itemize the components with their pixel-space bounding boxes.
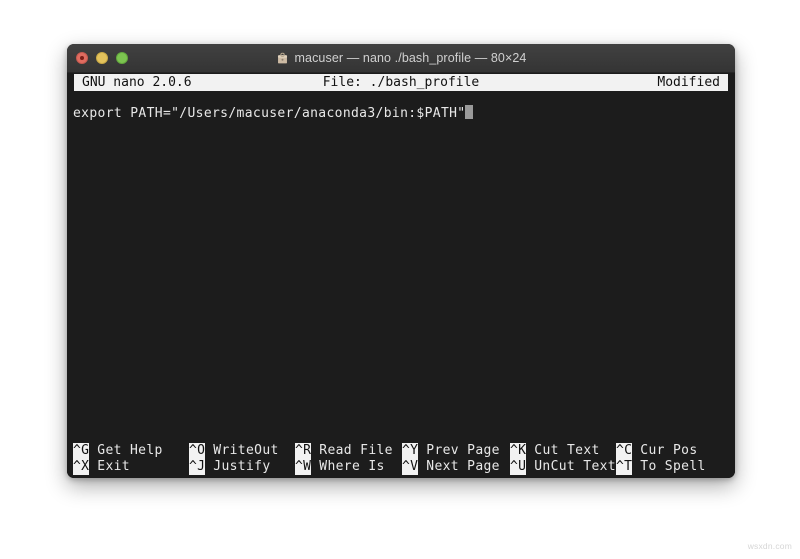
shortcut-label: Prev Page [426, 443, 500, 458]
watermark: wsxdn.com [747, 541, 792, 551]
shortcut-where-is[interactable]: ^W Where Is [295, 459, 402, 475]
shortcut-uncut-text[interactable]: ^U UnCut Text [510, 459, 616, 475]
editor-line-text: export PATH="/Users/macuser/anaconda3/bi… [73, 106, 466, 121]
nano-header-bar: GNU nano 2.0.6 File: ./bash_profile Modi… [74, 74, 728, 91]
shortcut-key: ^C [616, 443, 633, 459]
shortcut-key: ^U [510, 459, 527, 475]
shortcut-label: Read File [319, 443, 393, 458]
shortcut-read-file[interactable]: ^R Read File [295, 443, 402, 459]
shortcut-exit[interactable]: ^X Exit [73, 459, 189, 475]
shortcut-label: Get Help [97, 443, 163, 458]
window-title-bar[interactable]: macuser — nano ./bash_profile — 80×24 [67, 44, 735, 73]
shortcut-cut-text[interactable]: ^K Cut Text [510, 443, 616, 459]
shortcut-label: Cur Pos [640, 443, 698, 458]
shortcut-prev-page[interactable]: ^Y Prev Page [402, 443, 510, 459]
block-cursor [465, 105, 474, 119]
shortcut-label: To Spell [640, 459, 706, 474]
shortcut-label: WriteOut [213, 443, 279, 458]
shortcut-to-spell[interactable]: ^T To Spell [616, 459, 716, 475]
shortcut-key: ^T [616, 459, 633, 475]
shortcut-label: Cut Text [534, 443, 600, 458]
shortcut-key: ^X [73, 459, 90, 475]
shortcut-justify[interactable]: ^J Justify [189, 459, 295, 475]
shortcut-writeout[interactable]: ^O WriteOut [189, 443, 295, 459]
shortcut-key: ^W [295, 459, 312, 475]
shortcut-row-bottom: ^X Exit ^J Justify ^W Where Is ^V Next P… [73, 459, 735, 475]
shortcut-label: Next Page [426, 459, 500, 474]
shortcut-label: UnCut Text [534, 459, 616, 474]
nano-modified-status: Modified [657, 74, 720, 90]
maximize-button[interactable] [116, 52, 128, 64]
window-title-text: macuser — nano ./bash_profile — 80×24 [294, 51, 527, 65]
shortcut-get-help[interactable]: ^G Get Help [73, 443, 189, 459]
nano-file-label: File: ./bash_profile [322, 74, 480, 90]
editor-text-area[interactable]: export PATH="/Users/macuser/anaconda3/bi… [69, 105, 733, 433]
shortcut-label: Exit [97, 459, 130, 474]
terminal-window[interactable]: macuser — nano ./bash_profile — 80×24 GN… [67, 44, 735, 478]
shortcut-key: ^G [73, 443, 90, 459]
shortcut-key: ^R [295, 443, 312, 459]
folder-icon [277, 52, 287, 63]
nano-shortcut-bar: ^G Get Help ^O WriteOut ^R Read File ^Y … [67, 443, 735, 475]
shortcut-cur-pos[interactable]: ^C Cur Pos [616, 443, 716, 459]
shortcut-key: ^Y [402, 443, 419, 459]
traffic-light-group [76, 52, 128, 64]
nano-version-label: GNU nano 2.0.6 [82, 74, 192, 90]
shortcut-next-page[interactable]: ^V Next Page [402, 459, 510, 475]
shortcut-label: Where Is [319, 459, 385, 474]
shortcut-key: ^K [510, 443, 527, 459]
shortcut-key: ^O [189, 443, 206, 459]
close-button[interactable] [76, 52, 88, 64]
minimize-button[interactable] [96, 52, 108, 64]
editor-line: export PATH="/Users/macuser/anaconda3/bi… [73, 105, 733, 122]
shortcut-label: Justify [213, 459, 271, 474]
shortcut-key: ^J [189, 459, 206, 475]
nano-editor[interactable]: GNU nano 2.0.6 File: ./bash_profile Modi… [67, 73, 735, 478]
window-title-container: macuser — nano ./bash_profile — 80×24 [67, 44, 735, 72]
shortcut-row-top: ^G Get Help ^O WriteOut ^R Read File ^Y … [73, 443, 735, 459]
shortcut-key: ^V [402, 459, 419, 475]
